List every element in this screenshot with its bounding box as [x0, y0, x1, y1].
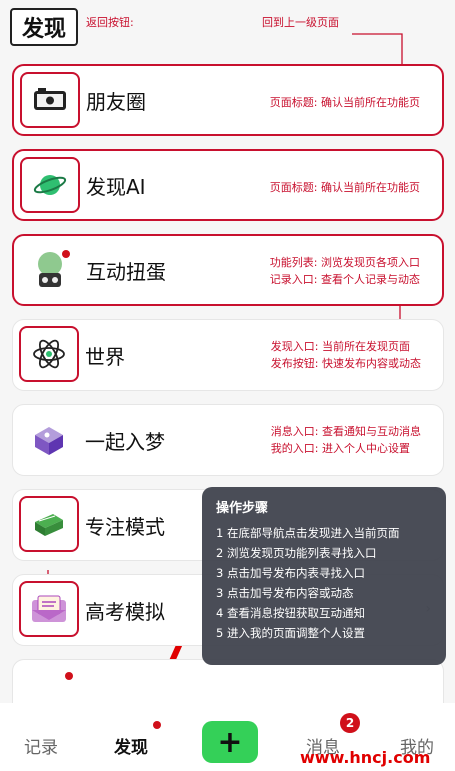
tooltip-title: 操作步骤 — [216, 501, 269, 516]
card-label-world: 世界 — [85, 344, 125, 369]
card-partial[interactable] — [12, 659, 444, 703]
card-annotation: 功能列表: 浏览发现页各项入口 记录入口: 查看个人记录与动态 — [269, 256, 420, 286]
tooltip-step: 4 查看消息按钮获取互动通知 — [216, 606, 365, 620]
notification-dot — [62, 250, 70, 258]
atom-icon — [19, 326, 79, 382]
watermark: www.hncj.com — [300, 748, 431, 767]
card-dream-together[interactable]: 一起入梦 消息入口: 查看通知与互动消息 我的入口: 进入个人中心设置 — [12, 404, 444, 476]
tooltip-step: 5 进入我的页面调整个人设置 — [216, 626, 365, 640]
card-label-friends-circle: 朋友圈 — [86, 89, 146, 114]
card-label-gaokao-mock: 高考模拟 — [85, 599, 165, 624]
card-label-discover-ai: 发现AI — [86, 174, 146, 199]
steps-tooltip: 操作步骤 1 在底部导航点击发现进入当前页面 2 浏览发现页功能列表寻找入口 3… — [202, 487, 446, 665]
tooltip-step: 2 浏览发现页功能列表寻找入口 — [216, 546, 377, 560]
card-annotation: 页面标题: 确认当前所在功能页 — [269, 181, 420, 194]
nav-record[interactable]: 记录 — [24, 733, 58, 758]
dream-cube-icon — [19, 411, 79, 467]
card-annotation: 消息入口: 查看通知与互动消息 我的入口: 进入个人中心设置 — [270, 425, 421, 455]
card-interactive-gacha[interactable]: 互动扭蛋 功能列表: 浏览发现页各项入口 记录入口: 查看个人记录与动态 — [12, 234, 444, 306]
nav-discover-dot — [153, 721, 161, 729]
card-label-interactive-gacha: 互动扭蛋 — [86, 259, 166, 284]
tooltip-step: 1 在底部导航点击发现进入当前页面 — [216, 526, 400, 540]
card-world[interactable]: 世界 发现入口: 当前所在发现页面 发布按钮: 快速发布内容或动态 — [12, 319, 444, 391]
card-friends-circle[interactable]: 朋友圈 页面标题: 确认当前所在功能页 — [12, 64, 444, 136]
planet-ai-icon — [20, 157, 80, 213]
add-button[interactable]: + — [202, 721, 258, 763]
tooltip-step: 3 点击加号发布内表寻找入口 — [216, 566, 365, 580]
messages-badge: 2 — [340, 713, 360, 733]
card-label-focus-mode: 专注模式 — [85, 514, 165, 539]
card-annotation: 发现入口: 当前所在发现页面 发布按钮: 快速发布内容或动态 — [270, 340, 421, 370]
exam-envelope-icon — [19, 581, 79, 637]
card-label-dream-together: 一起入梦 — [85, 429, 165, 454]
tooltip-step: 3 点击加号发布内容或动态 — [216, 586, 354, 600]
card-discover-ai[interactable]: 发现AI 页面标题: 确认当前所在功能页 — [12, 149, 444, 221]
nav-discover[interactable]: 发现 — [114, 733, 148, 758]
books-icon — [19, 496, 79, 552]
notification-dot — [65, 672, 73, 680]
gacha-machine-icon — [20, 242, 80, 298]
card-annotation: 页面标题: 确认当前所在功能页 — [269, 96, 420, 109]
camera-frame-icon — [20, 72, 80, 128]
